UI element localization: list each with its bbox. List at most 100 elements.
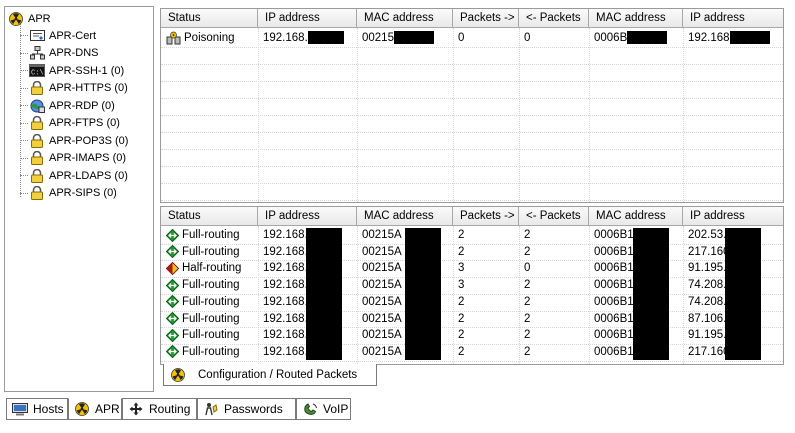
- table-cell: 2: [520, 294, 530, 310]
- column-header[interactable]: IP address: [258, 207, 357, 226]
- tree-item[interactable]: APR-POP3S (0): [29, 132, 128, 149]
- redaction-bar: [393, 31, 434, 45]
- status-cell: Full-routing: [162, 311, 240, 327]
- grid-line: [161, 166, 783, 167]
- lock-icon: [29, 133, 45, 148]
- tree-item[interactable]: APR-FTPS (0): [29, 115, 120, 132]
- radiation-icon: [74, 402, 90, 416]
- table-cell: 192.168.: [259, 294, 308, 310]
- lock-icon: [29, 186, 45, 200]
- ip2-text: 74.208.: [688, 295, 727, 308]
- tree-item-label: APR-LDAPS (0): [49, 169, 128, 182]
- tree-item[interactable]: C:\ APR-SSH-1 (0): [29, 62, 124, 79]
- column-header[interactable]: <- Packets: [519, 207, 589, 226]
- redaction-bar: [405, 228, 441, 360]
- table-cell: 202.53.: [684, 227, 726, 243]
- mac2-text: 0006B: [594, 32, 628, 44]
- tab-voip[interactable]: VoIP: [296, 398, 351, 420]
- tree-root-apr[interactable]: APR: [8, 10, 51, 27]
- table-cell: 192.168.: [259, 227, 308, 243]
- full-routing-icon: [166, 295, 182, 309]
- tree-connector: [20, 52, 28, 54]
- column-header[interactable]: Packets ->: [453, 9, 519, 28]
- table-cell: 2: [454, 244, 464, 260]
- status-text: Poisoning: [184, 32, 235, 44]
- full-routing-icon: [166, 328, 182, 342]
- grid-line: [161, 81, 783, 82]
- column-header[interactable]: MAC address: [589, 9, 683, 28]
- pkt_out-text: 2: [458, 295, 465, 308]
- ip1-text: 192.168.: [263, 229, 308, 241]
- table-cell: 00215A: [358, 327, 402, 343]
- pkt_in-text: 0: [524, 262, 531, 275]
- table-cell: 2: [454, 311, 464, 327]
- table-cell: 2: [520, 277, 530, 293]
- tree-connector: [20, 192, 28, 194]
- routing-table: Status IP address MAC address Packets -> <- …: [160, 206, 784, 364]
- grid-line: [161, 47, 783, 48]
- poisoning-icon: [166, 31, 184, 46]
- column-header[interactable]: MAC address: [589, 207, 683, 226]
- tree-item[interactable]: APR-Cert: [29, 27, 96, 44]
- tree-item[interactable]: APR-DNS: [29, 45, 99, 62]
- full-routing-icon: [166, 278, 182, 292]
- tree-item-label: APR-HTTPS (0): [49, 82, 128, 94]
- grid-line: [161, 200, 783, 201]
- pkt_out-text: 2: [458, 345, 465, 358]
- grid-line: [161, 115, 783, 116]
- table-cell: 00215A: [358, 344, 402, 360]
- tab-label: Passwords: [224, 402, 283, 416]
- tab-label: APR: [95, 402, 120, 416]
- mac1-text: 00215A: [362, 279, 402, 292]
- redaction-bar: [307, 31, 344, 45]
- tree-item-label: APR-SIPS (0): [49, 187, 117, 199]
- status-cell: Poisoning: [162, 30, 235, 46]
- pkt_in-text: 2: [524, 279, 531, 292]
- tree-root-label: APR: [28, 12, 51, 25]
- table-cell: 91.195.: [684, 327, 726, 343]
- tree-item[interactable]: APR-RDP (0): [29, 97, 115, 114]
- tree-connector: [20, 157, 28, 159]
- table-cell: 0006B: [590, 30, 668, 46]
- lock-icon: [29, 81, 45, 95]
- tab-apr[interactable]: APR: [68, 398, 122, 420]
- table-cell: 192.168.: [259, 260, 308, 276]
- column-header[interactable]: Status: [161, 9, 258, 28]
- tab-configuration-routed-packets[interactable]: Configuration / Routed Packets: [163, 364, 377, 386]
- pkt_out-text: 2: [458, 229, 465, 241]
- pkt_in-text: 2: [524, 295, 531, 308]
- column-header[interactable]: IP address: [683, 9, 783, 28]
- tree-item[interactable]: APR-HTTPS (0): [29, 80, 128, 97]
- pkt_out-text: 2: [458, 312, 465, 325]
- tab-routing[interactable]: Routing: [122, 398, 197, 420]
- column-header[interactable]: MAC address: [357, 9, 453, 28]
- svg-text:C:\: C:\: [31, 70, 44, 78]
- tree-connector: [20, 87, 28, 89]
- column-header[interactable]: IP address: [683, 207, 783, 226]
- column-header[interactable]: Status: [161, 207, 258, 226]
- status-cell: Full-routing: [162, 344, 240, 360]
- tab-hosts[interactable]: Hosts: [6, 398, 68, 420]
- status-text: Full-routing: [182, 245, 240, 258]
- tab-passwords[interactable]: Passwords: [197, 398, 296, 420]
- tree-connector: [20, 140, 28, 141]
- voip-icon: [302, 402, 318, 416]
- tree-connector: [20, 24, 21, 197]
- mac1-text: 00215A: [362, 295, 402, 308]
- tree-item[interactable]: APR-SIPS (0): [29, 185, 117, 202]
- column-header[interactable]: IP address: [258, 9, 357, 28]
- table-cell: 2: [520, 327, 530, 343]
- tree-item[interactable]: APR-LDAPS (0): [29, 167, 128, 184]
- routing-icon: [128, 402, 144, 416]
- table-cell: 00215A: [358, 311, 402, 327]
- table-cell: 00215A: [358, 227, 402, 243]
- status-cell: Full-routing: [162, 277, 240, 293]
- tree-item[interactable]: APR-IMAPS (0): [29, 150, 126, 167]
- table-cell: 192.168.: [259, 277, 308, 293]
- table-cell: 00215A: [358, 277, 402, 293]
- table-cell: 2: [520, 244, 530, 260]
- tree-item-label: APR-FTPS (0): [49, 117, 120, 129]
- column-header[interactable]: <- Packets: [519, 9, 589, 28]
- column-header[interactable]: Packets ->: [453, 207, 519, 226]
- column-header[interactable]: MAC address: [357, 207, 453, 226]
